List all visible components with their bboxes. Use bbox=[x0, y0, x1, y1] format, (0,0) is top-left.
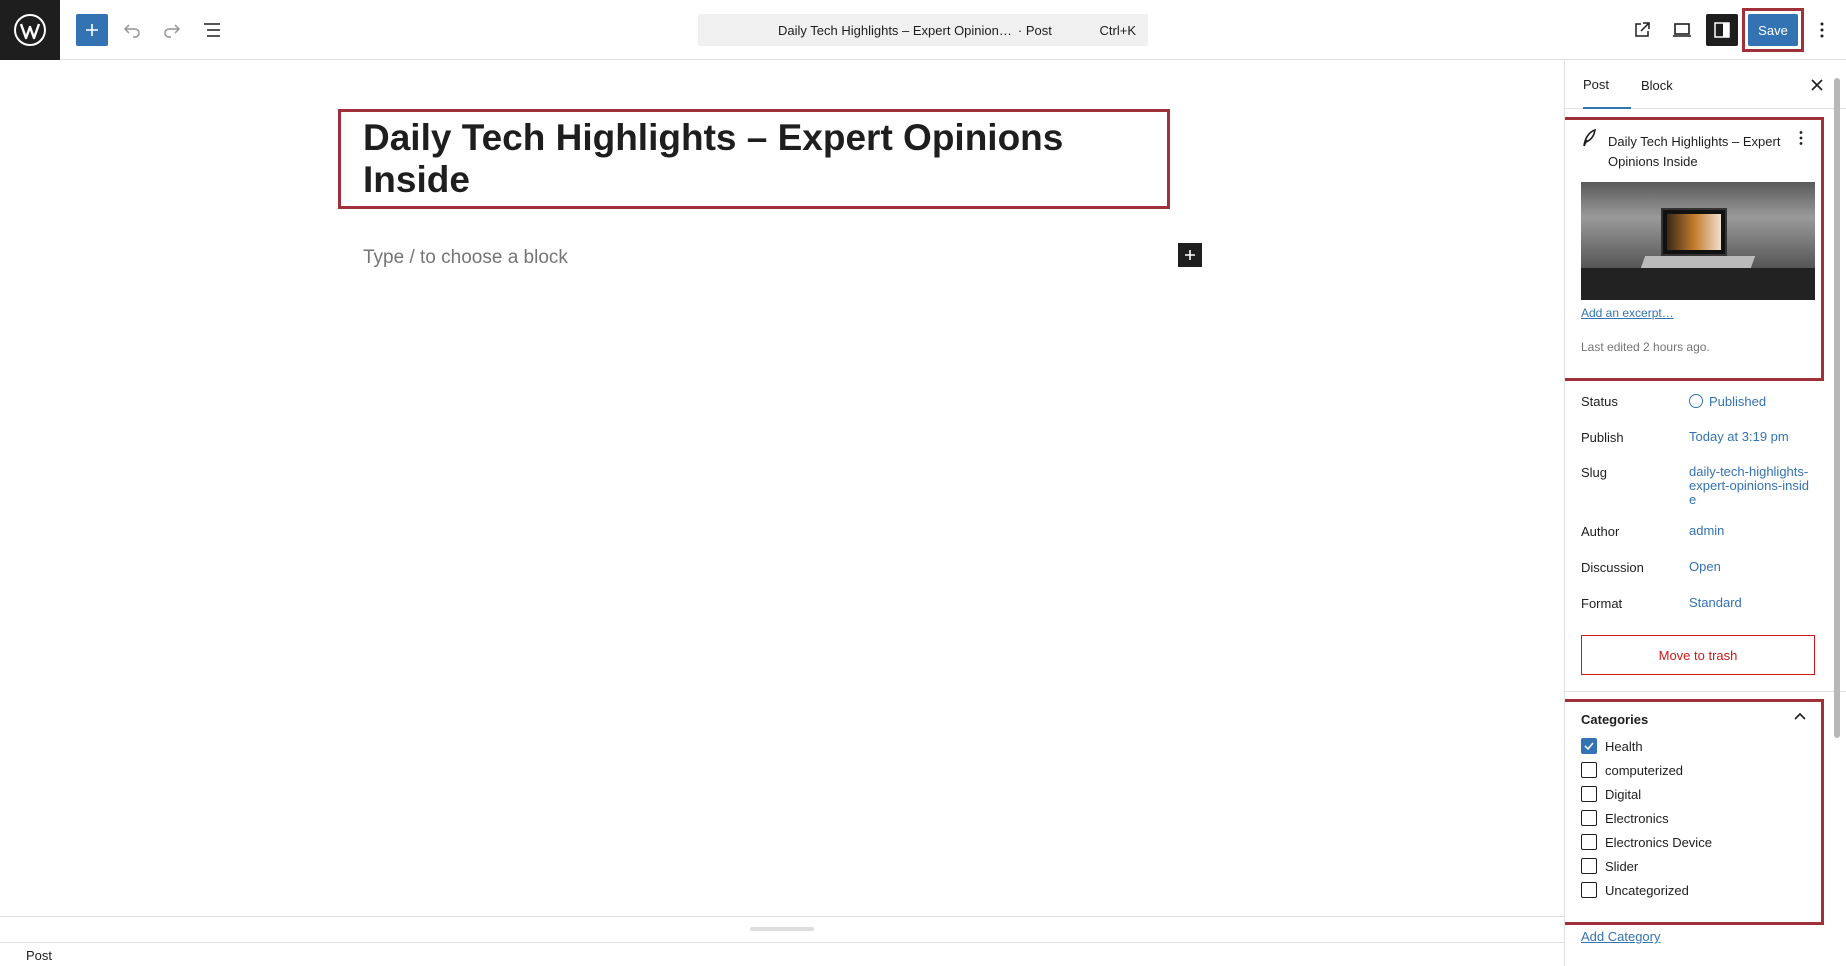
more-vertical-icon bbox=[1820, 22, 1824, 38]
category-item[interactable]: Digital bbox=[1581, 786, 1641, 802]
category-checkbox[interactable] bbox=[1581, 834, 1597, 850]
meta-key: Publish bbox=[1581, 430, 1624, 445]
add-excerpt-link[interactable]: Add an excerpt… bbox=[1581, 306, 1674, 320]
list-view-icon bbox=[204, 23, 220, 37]
move-to-trash-button[interactable]: Move to trash bbox=[1581, 635, 1815, 675]
external-link-icon bbox=[1635, 22, 1650, 37]
categories-panel: Categories Health computerized Digital E… bbox=[1565, 699, 1824, 925]
meta-value[interactable]: daily-tech-highlights-expert-opinions-in… bbox=[1689, 465, 1809, 507]
block-placeholder[interactable]: Type / to choose a block bbox=[363, 247, 568, 269]
category-label: Electronics bbox=[1605, 810, 1669, 826]
meta-value[interactable]: Published bbox=[1689, 394, 1809, 409]
meta-key: Slug bbox=[1581, 465, 1608, 480]
save-button-highlight: Save bbox=[1742, 8, 1804, 52]
breadcrumb-post[interactable]: Post bbox=[26, 948, 52, 963]
divider bbox=[1565, 691, 1846, 692]
scrollbar-thumb[interactable] bbox=[1834, 78, 1840, 738]
post-title[interactable]: Daily Tech Highlights – Expert Opinions … bbox=[363, 117, 1167, 201]
undo-icon bbox=[123, 24, 140, 38]
wordpress-logo[interactable] bbox=[0, 0, 60, 60]
featured-image[interactable] bbox=[1581, 182, 1815, 300]
undo-button[interactable] bbox=[116, 14, 148, 46]
close-icon bbox=[1811, 79, 1823, 91]
options-button[interactable] bbox=[1806, 14, 1838, 46]
meta-key: Status bbox=[1581, 394, 1618, 409]
meta-value[interactable]: Today at 3:19 pm bbox=[1689, 430, 1809, 444]
category-checkbox[interactable] bbox=[1581, 786, 1597, 802]
more-vertical-icon bbox=[1799, 131, 1803, 145]
meta-value[interactable]: admin bbox=[1689, 524, 1809, 538]
view-post-button[interactable] bbox=[1626, 14, 1658, 46]
block-inserter-button[interactable] bbox=[76, 14, 108, 46]
redo-icon bbox=[164, 24, 181, 38]
post-summary-panel: Daily Tech Highlights – Expert Opinions … bbox=[1565, 117, 1824, 381]
settings-sidebar: Post Block Daily Tech Highlights – Exper… bbox=[1564, 61, 1846, 966]
command-shortcut: Ctrl+K bbox=[1099, 22, 1136, 38]
resize-handle[interactable] bbox=[750, 927, 814, 931]
settings-sidebar-toggle[interactable] bbox=[1706, 14, 1738, 46]
category-item[interactable]: Electronics bbox=[1581, 810, 1669, 826]
meta-value[interactable]: Open bbox=[1689, 560, 1809, 574]
sidebar-icon bbox=[1714, 22, 1730, 38]
category-item[interactable]: computerized bbox=[1581, 762, 1683, 778]
add-category-link[interactable]: Add Category bbox=[1581, 929, 1661, 944]
check-icon bbox=[1584, 742, 1594, 751]
sidebar-tabs: Post Block bbox=[1565, 61, 1846, 109]
laptop-icon bbox=[1673, 23, 1691, 37]
category-label: Slider bbox=[1605, 858, 1639, 874]
canvas-divider bbox=[0, 916, 1564, 917]
category-checkbox[interactable] bbox=[1581, 882, 1597, 898]
category-checkbox[interactable] bbox=[1581, 762, 1597, 778]
collapse-panel-button[interactable] bbox=[1793, 710, 1807, 729]
chevron-up-icon bbox=[1794, 712, 1806, 720]
command-document-type: · Post bbox=[1017, 22, 1052, 38]
wordpress-icon bbox=[14, 14, 46, 46]
meta-value[interactable]: Standard bbox=[1689, 596, 1809, 610]
editor-canvas: Daily Tech Highlights – Expert Opinions … bbox=[0, 61, 1564, 931]
tab-post[interactable]: Post bbox=[1583, 61, 1631, 109]
block-breadcrumb: Post bbox=[0, 942, 1564, 966]
category-label: Electronics Device bbox=[1605, 834, 1712, 850]
last-edited-text: Last edited 2 hours ago. bbox=[1581, 340, 1710, 354]
meta-key: Format bbox=[1581, 596, 1623, 611]
category-label: computerized bbox=[1605, 762, 1684, 778]
tab-block[interactable]: Block bbox=[1641, 61, 1673, 109]
sidebar-scrollbar[interactable] bbox=[1832, 62, 1842, 942]
preview-button[interactable] bbox=[1666, 14, 1698, 46]
category-item[interactable]: Electronics Device bbox=[1581, 834, 1712, 850]
list-view-button[interactable] bbox=[196, 14, 228, 46]
category-item[interactable]: Uncategorized bbox=[1581, 882, 1689, 898]
check-circle-icon bbox=[1689, 394, 1703, 408]
close-sidebar-button[interactable] bbox=[1805, 73, 1829, 97]
plus-icon bbox=[86, 24, 98, 36]
meta-key: Discussion bbox=[1581, 560, 1644, 575]
command-document-title: Daily Tech Highlights – Expert Opinion… bbox=[778, 22, 1012, 38]
meta-key: Author bbox=[1581, 524, 1620, 539]
category-label: Digital bbox=[1605, 786, 1642, 802]
category-item[interactable]: Health bbox=[1581, 738, 1643, 754]
category-checkbox[interactable] bbox=[1581, 810, 1597, 826]
command-palette-bar[interactable]: Daily Tech Highlights – Expert Opinion… … bbox=[698, 14, 1148, 46]
save-button[interactable]: Save bbox=[1748, 14, 1798, 46]
category-checkbox[interactable] bbox=[1581, 858, 1597, 874]
post-icon bbox=[1581, 128, 1597, 153]
post-summary-title: Daily Tech Highlights – Expert Opinions … bbox=[1608, 134, 1781, 169]
category-label: Health bbox=[1605, 738, 1643, 754]
post-actions-button[interactable] bbox=[1798, 130, 1804, 151]
post-title-block[interactable]: Daily Tech Highlights – Expert Opinions … bbox=[338, 109, 1170, 209]
add-block-button[interactable] bbox=[1178, 243, 1202, 267]
editor-header: Daily Tech Highlights – Expert Opinion… … bbox=[0, 0, 1846, 60]
plus-icon bbox=[1185, 250, 1195, 260]
category-item[interactable]: Slider bbox=[1581, 858, 1638, 874]
categories-heading[interactable]: Categories bbox=[1581, 712, 1648, 727]
category-checkbox[interactable] bbox=[1581, 738, 1597, 754]
redo-button[interactable] bbox=[156, 14, 188, 46]
category-label: Uncategorized bbox=[1605, 882, 1689, 898]
